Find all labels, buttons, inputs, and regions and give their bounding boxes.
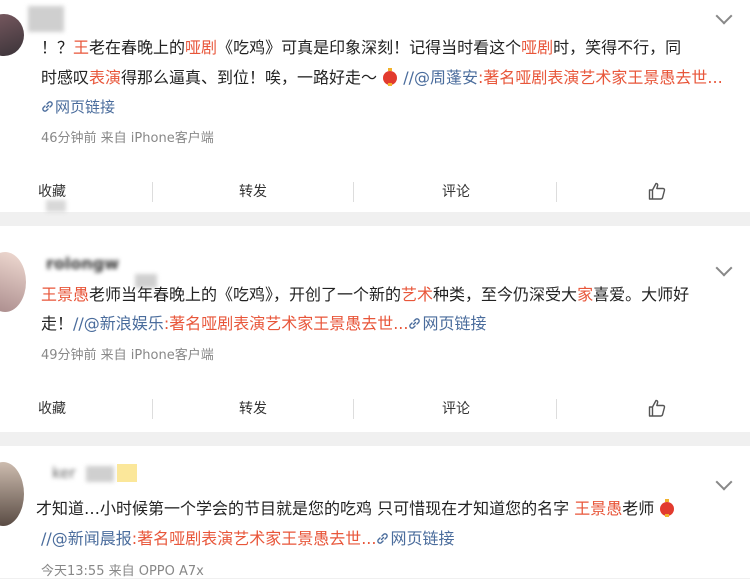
link-icon bbox=[377, 533, 389, 544]
keyword-highlight: 王景愚 bbox=[574, 499, 623, 518]
post-card-2: rolongw 王景愚老师当年春晚上的《吃鸡》，开创了一个新的艺术种类，至今仍深… bbox=[0, 226, 750, 432]
keyword-highlight: 王 bbox=[73, 38, 90, 57]
mention-link[interactable]: @周蓬安 bbox=[414, 68, 478, 87]
keyword-highlight: 艺术 bbox=[401, 285, 434, 304]
blurred-mark bbox=[86, 466, 114, 482]
repost-separator: // bbox=[403, 68, 415, 87]
action-bar: 收藏 转发 评论 bbox=[0, 387, 750, 431]
topic-link[interactable]: :著名哑剧表演艺术家王景愚去世... bbox=[164, 314, 409, 333]
blurred-mark bbox=[28, 6, 64, 32]
post-card-1: ！？王老在春晚上的哑剧《吃鸡》可真是印象深刻！记得当时看这个哑剧时，笑得不行，同… bbox=[0, 0, 750, 212]
avatar[interactable] bbox=[0, 252, 26, 312]
comment-button[interactable]: 评论 bbox=[442, 170, 470, 214]
post-card-3: ker 才知道…小时候第一个学会的节目就是您的吃鸡 只可惜现在才知道您的名字 王… bbox=[0, 446, 750, 579]
post-meta: 46分钟前 来自 iPhone客户端 bbox=[41, 131, 214, 146]
keyword-highlight: 表演 bbox=[89, 68, 122, 87]
web-link[interactable]: 网页链接 bbox=[41, 92, 115, 122]
text-segment: ！？ bbox=[41, 38, 74, 57]
lantern-emoji-icon bbox=[660, 499, 675, 517]
divider bbox=[152, 399, 153, 419]
mention-link[interactable]: @新浪娱乐 bbox=[84, 314, 164, 333]
topic-link[interactable]: :著名哑剧表演艺术家王景愚去世... bbox=[132, 529, 377, 548]
link-icon bbox=[409, 318, 421, 329]
text-segment: 老师当年春晚上的《吃鸡》，开创了一个新的 bbox=[89, 285, 402, 304]
text-segment: 时感叹 bbox=[41, 68, 90, 87]
chevron-down-icon[interactable] bbox=[715, 259, 733, 277]
text-segment: 才知道…小时候第一个学会的节目就是您的吃鸡 只可惜现在才知道您的名字 bbox=[36, 499, 575, 518]
post-text-line: 王景愚老师当年春晚上的《吃鸡》，开创了一个新的艺术种类，至今仍深受大家喜爱。大师… bbox=[41, 280, 689, 310]
username[interactable]: ker bbox=[52, 464, 76, 482]
divider bbox=[353, 399, 354, 419]
web-link[interactable]: 网页链接 bbox=[376, 529, 454, 548]
web-link-label: 网页链接 bbox=[422, 314, 487, 333]
keyword-highlight: 哑剧 bbox=[185, 38, 218, 57]
lantern-emoji-icon bbox=[383, 68, 398, 86]
avatar[interactable] bbox=[0, 14, 24, 56]
post-text-line: ！？王老在春晚上的哑剧《吃鸡》可真是印象深刻！记得当时看这个哑剧时，笑得不行，同 bbox=[41, 33, 681, 63]
comment-button[interactable]: 评论 bbox=[442, 387, 470, 431]
post-text-line: //@新闻晨报:著名哑剧表演艺术家王景愚去世... 网页链接 bbox=[41, 524, 454, 554]
text-segment: 喜爱。大师好 bbox=[593, 285, 690, 304]
keyword-highlight: 哑剧 bbox=[521, 38, 554, 57]
post-text-line: 才知道…小时候第一个学会的节目就是您的吃鸡 只可惜现在才知道您的名字 王景愚老师 bbox=[36, 494, 675, 524]
web-link-label: 网页链接 bbox=[55, 98, 116, 116]
username[interactable]: rolongw bbox=[46, 254, 119, 273]
keyword-highlight: 王景愚 bbox=[41, 285, 90, 304]
divider bbox=[556, 399, 557, 419]
like-thumb-icon[interactable] bbox=[648, 181, 666, 201]
text-segment: 种类，至今仍深受大 bbox=[433, 285, 578, 304]
web-link[interactable]: 网页链接 bbox=[408, 314, 486, 333]
divider bbox=[556, 182, 557, 202]
forward-button[interactable]: 转发 bbox=[239, 387, 267, 431]
post-meta: 今天13:55 来自 OPPO A7x bbox=[41, 564, 204, 579]
text-segment: 得那么逼真、到位！唉，一路好走～ bbox=[121, 68, 378, 87]
repost-separator: // bbox=[73, 314, 84, 333]
post-meta: 49分钟前 来自 iPhone客户端 bbox=[41, 348, 214, 363]
forward-button[interactable]: 转发 bbox=[239, 170, 267, 214]
chevron-down-icon[interactable] bbox=[715, 7, 733, 25]
topic-link[interactable]: :著名哑剧表演艺术家王景愚去世... bbox=[478, 68, 723, 87]
badge-mark bbox=[117, 464, 137, 482]
text-segment: 走！ bbox=[41, 314, 74, 333]
text-segment: 时，笑得不行，同 bbox=[553, 38, 682, 57]
text-segment: 老师 bbox=[622, 499, 655, 518]
web-link-label: 网页链接 bbox=[390, 529, 455, 548]
avatar[interactable] bbox=[0, 462, 24, 526]
action-bar: 收藏 转发 评论 bbox=[0, 170, 750, 214]
link-icon bbox=[42, 101, 53, 112]
divider bbox=[353, 182, 354, 202]
blurred-mark bbox=[46, 200, 66, 212]
post-text-line: 走！//@新浪娱乐:著名哑剧表演艺术家王景愚去世... 网页链接 bbox=[41, 309, 486, 339]
text-segment: 老在春晚上的 bbox=[89, 38, 186, 57]
mention-link[interactable]: @新闻晨报 bbox=[52, 529, 132, 548]
text-segment: 《吃鸡》可真是印象深刻！记得当时看这个 bbox=[217, 38, 522, 57]
post-text-line: 时感叹表演得那么逼真、到位！唉，一路好走～ //@周蓬安:著名哑剧表演艺术家王景… bbox=[41, 63, 723, 93]
chevron-down-icon[interactable] bbox=[715, 473, 733, 491]
collect-button[interactable]: 收藏 bbox=[38, 387, 66, 431]
keyword-highlight: 家 bbox=[577, 285, 594, 304]
repost-separator: // bbox=[41, 529, 52, 548]
divider bbox=[152, 182, 153, 202]
like-thumb-icon[interactable] bbox=[648, 398, 666, 418]
